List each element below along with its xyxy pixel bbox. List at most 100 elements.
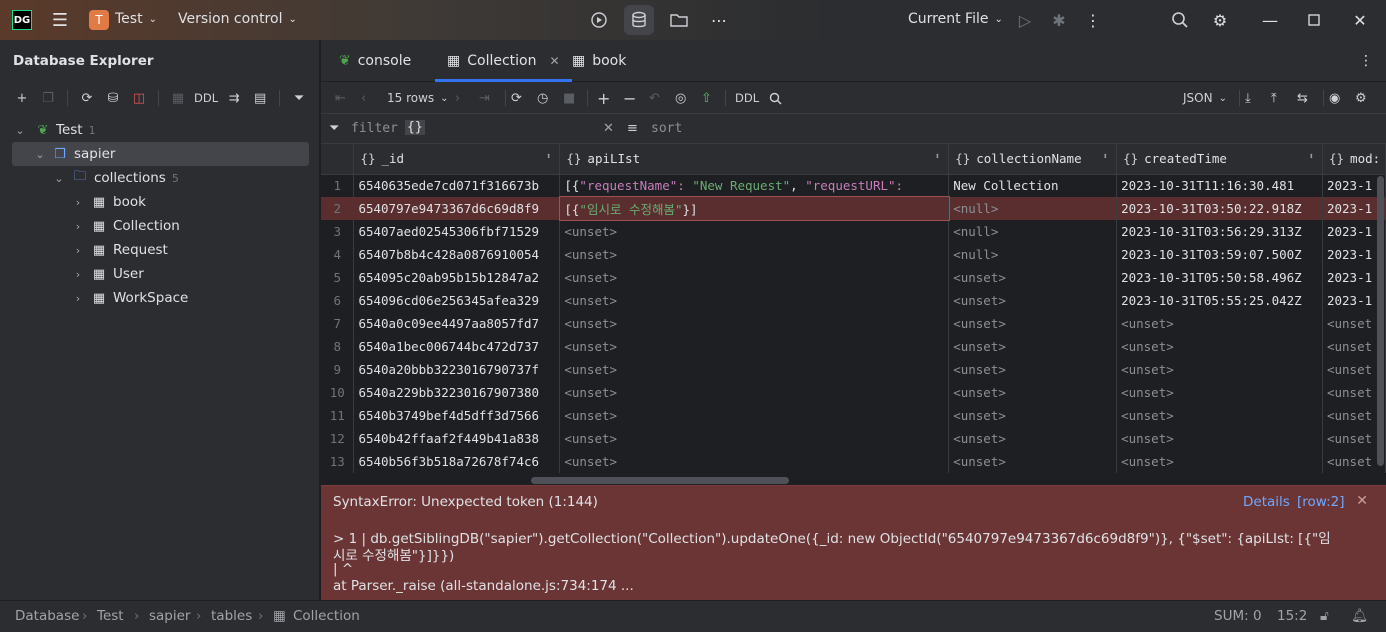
column-header-id[interactable]: {} _id ⬍ bbox=[353, 144, 561, 175]
table-row[interactable]: 4 65407b8b4c428a0876910054 <unset> <null> 20… bbox=[321, 243, 1386, 266]
cell-createdtime[interactable]: <unset> bbox=[1116, 427, 1323, 450]
cell-id[interactable]: 654096cd06e256345afea329 bbox=[353, 289, 561, 312]
main-menu-icon[interactable]: ☰ bbox=[48, 8, 72, 32]
console-icon[interactable]: ▤ bbox=[250, 88, 270, 108]
table-row[interactable]: 2 6540797e9473367d6c69d8f9 [{"임시로 수정해봄"}] <… bbox=[321, 196, 1386, 221]
tree-node-collection[interactable]: › ▦ Request bbox=[0, 238, 320, 262]
vertical-scrollbar[interactable] bbox=[1377, 176, 1384, 466]
cell-collectionname[interactable]: <unset> bbox=[948, 358, 1118, 381]
cell-apilist[interactable]: <unset> bbox=[559, 427, 950, 450]
datasource-properties-icon[interactable]: ⛁ bbox=[103, 88, 123, 108]
export-icon[interactable]: ⤓ bbox=[1245, 88, 1251, 108]
row-link[interactable]: [row:2] bbox=[1297, 494, 1345, 510]
first-page-icon[interactable]: ⇤ bbox=[335, 88, 346, 108]
cell-createdtime[interactable]: 2023-10-31T05:55:25.042Z bbox=[1116, 289, 1323, 312]
run-icon[interactable]: ▷ bbox=[1010, 5, 1040, 35]
cursor-position[interactable]: 15:2 bbox=[1277, 608, 1307, 624]
disconnect-icon[interactable]: ◫ bbox=[129, 88, 149, 108]
breadcrumb-item[interactable]: Collection bbox=[293, 608, 360, 624]
cell-apilist[interactable]: <unset> bbox=[559, 243, 950, 266]
sort-arrows-icon[interactable]: ⬍ bbox=[935, 152, 940, 162]
cell-collectionname[interactable]: <unset> bbox=[948, 381, 1118, 404]
details-link[interactable]: Details bbox=[1243, 494, 1290, 510]
cell-apilist[interactable]: <unset> bbox=[559, 289, 950, 312]
cell-createdtime[interactable]: <unset> bbox=[1116, 312, 1323, 335]
table-row[interactable]: 3 65407aed02545306fbf71529 <unset> <null> 20… bbox=[321, 220, 1386, 243]
cell-apilist[interactable]: <unset> bbox=[559, 381, 950, 404]
cell-collectionname[interactable]: <unset> bbox=[948, 266, 1118, 289]
breadcrumb-item[interactable]: tables bbox=[211, 608, 252, 624]
debug-icon[interactable]: ✱ bbox=[1044, 5, 1074, 35]
folder-icon[interactable] bbox=[664, 5, 694, 35]
breadcrumb-item[interactable]: sapier bbox=[149, 608, 190, 624]
sort-arrows-icon[interactable]: ⬍ bbox=[1309, 152, 1314, 162]
cell-createdtime[interactable]: <unset> bbox=[1116, 358, 1323, 381]
refresh-icon[interactable]: ⟳ bbox=[77, 88, 97, 108]
format-selector[interactable]: JSON ⌄ bbox=[1183, 88, 1227, 108]
chevron-right-icon[interactable]: › bbox=[72, 196, 84, 209]
notifications-bell-icon[interactable]: 🔔︎ bbox=[1351, 608, 1368, 624]
table-row[interactable]: 8 6540a1bec006744bc472d737 <unset> <unset> <… bbox=[321, 335, 1386, 358]
table-row[interactable]: 1 6540635ede7cd071f316673b [{"requestName"… bbox=[321, 174, 1386, 197]
sum-indicator[interactable]: SUM: 0 bbox=[1214, 608, 1262, 624]
cell-collectionname[interactable]: <null> bbox=[948, 220, 1118, 243]
services-icon[interactable] bbox=[584, 5, 614, 35]
cell-collectionname[interactable]: <unset> bbox=[948, 289, 1118, 312]
page-size-selector[interactable]: 15 rows ⌄ bbox=[387, 88, 449, 108]
cell-createdtime[interactable]: 2023-10-31T03:56:29.313Z bbox=[1116, 220, 1323, 243]
clear-filter-icon[interactable]: ✕ bbox=[603, 121, 614, 136]
cell-collectionname[interactable]: <unset> bbox=[948, 404, 1118, 427]
minimize-icon[interactable]: — bbox=[1255, 5, 1285, 35]
next-page-icon[interactable]: › bbox=[455, 88, 460, 108]
tree-node-collection[interactable]: › ▦ WorkSpace bbox=[0, 286, 320, 310]
close-icon[interactable]: ✕ bbox=[1356, 493, 1368, 509]
tree-node-schema[interactable]: ⌄ ❒ sapier bbox=[12, 142, 309, 166]
import-icon[interactable]: ⤒ bbox=[1271, 88, 1277, 108]
run-config-selector[interactable]: Current File ⌄ bbox=[908, 11, 1003, 27]
ddl-button[interactable]: DDL bbox=[194, 88, 218, 108]
project-badge[interactable]: T bbox=[89, 10, 109, 30]
cell-apilist[interactable]: [{"임시로 수정해봄"}] bbox=[558, 196, 950, 221]
column-header-collectionname[interactable]: {} collectionName ⬍ bbox=[948, 144, 1118, 175]
filter-icon[interactable]: ⏷ bbox=[289, 88, 309, 108]
cell-apilist[interactable]: <unset> bbox=[559, 266, 950, 289]
cell-apilist[interactable]: <unset> bbox=[559, 220, 950, 243]
cell-apilist[interactable]: <unset> bbox=[559, 358, 950, 381]
table-row[interactable]: 10 6540a229bb32230167907380 <unset> <unset>… bbox=[321, 381, 1386, 404]
cell-collectionname[interactable]: <null> bbox=[948, 243, 1118, 266]
cell-createdtime[interactable]: <unset> bbox=[1116, 450, 1323, 473]
chevron-right-icon[interactable]: › bbox=[72, 268, 84, 281]
ddl-button[interactable]: DDL bbox=[735, 88, 759, 108]
sort-arrows-icon[interactable]: ⬍ bbox=[1103, 152, 1108, 162]
lock-icon[interactable]: 🔓︎ bbox=[1320, 608, 1329, 624]
cell-collectionname[interactable]: <unset> bbox=[948, 335, 1118, 358]
cell-apilist[interactable]: <unset> bbox=[559, 404, 950, 427]
copy-icon[interactable]: ❐ bbox=[38, 88, 58, 108]
cell-collectionname[interactable]: <null> bbox=[948, 197, 1118, 220]
table-row[interactable]: 5 654095c20ab95b15b12847a2 <unset> <unset> 2… bbox=[321, 266, 1386, 289]
tab-book[interactable]: ▦ book bbox=[572, 40, 626, 82]
view-icon[interactable]: ◉ bbox=[1329, 88, 1340, 108]
horizontal-scrollbar[interactable] bbox=[531, 477, 789, 484]
compare-icon[interactable]: ⇆ bbox=[1297, 88, 1308, 108]
tab-collection[interactable]: ▦ Collection ✕ bbox=[435, 40, 572, 82]
tree-node-datasource[interactable]: ⌄ ❦ Test 1 bbox=[0, 118, 320, 142]
cell-id[interactable]: 6540a229bb32230167907380 bbox=[353, 381, 561, 404]
delete-row-icon[interactable]: − bbox=[623, 88, 636, 108]
cell-id[interactable]: 6540635ede7cd071f316673b bbox=[353, 174, 561, 197]
last-page-icon[interactable]: ⇥ bbox=[479, 88, 490, 108]
jump-to-icon[interactable]: ⇉ bbox=[224, 88, 244, 108]
cell-id[interactable]: 6540a0c09ee4497aa8057fd7 bbox=[353, 312, 561, 335]
more-icon[interactable]: ⋯ bbox=[704, 5, 734, 35]
cell-createdtime[interactable]: 2023-10-31T05:50:58.496Z bbox=[1116, 266, 1323, 289]
cell-collectionname[interactable]: <unset> bbox=[948, 427, 1118, 450]
cell-id[interactable]: 65407b8b4c428a0876910054 bbox=[353, 243, 561, 266]
sort-input[interactable]: sort bbox=[651, 121, 682, 136]
tree-node-collection[interactable]: › ▦ book bbox=[0, 190, 320, 214]
cell-collectionname[interactable]: New Collection bbox=[948, 174, 1118, 197]
cell-id[interactable]: 6540b56f3b518a72678f74c6 bbox=[353, 450, 561, 473]
filter-input[interactable]: {} bbox=[405, 120, 425, 135]
settings-gear-icon[interactable]: ⚙ bbox=[1205, 5, 1235, 35]
cell-createdtime[interactable]: 2023-10-31T03:59:07.500Z bbox=[1116, 243, 1323, 266]
cell-apilist[interactable]: <unset> bbox=[559, 335, 950, 358]
